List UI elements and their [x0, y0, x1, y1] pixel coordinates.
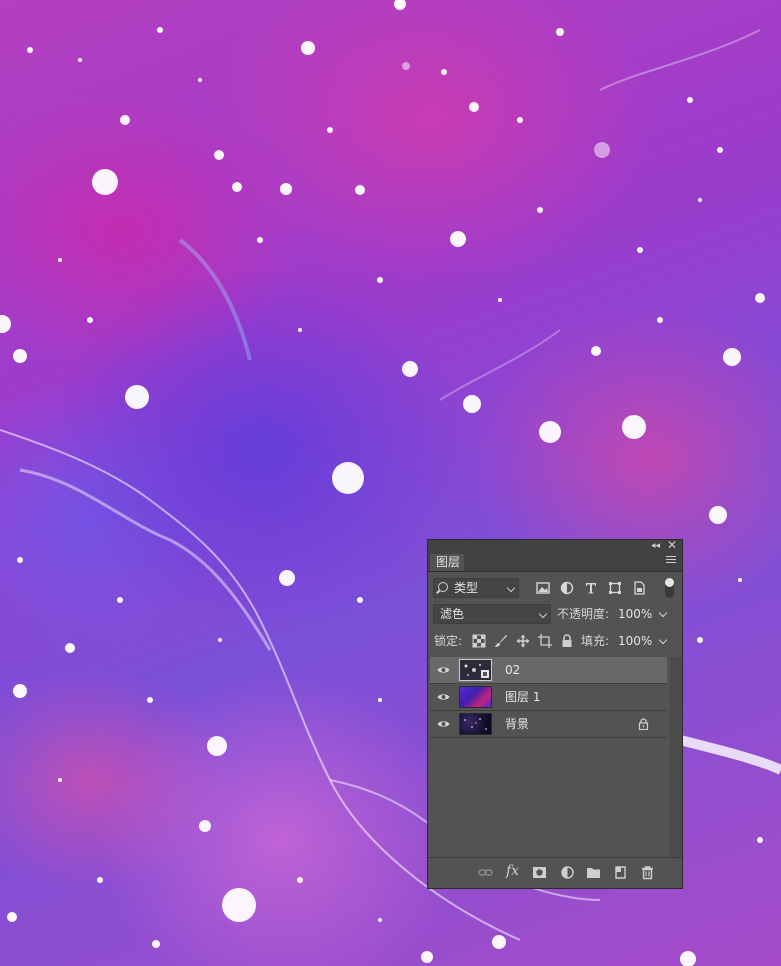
filter-toggle-switch[interactable]	[665, 578, 674, 598]
chevron-down-icon	[658, 635, 668, 645]
link-layers-icon[interactable]	[478, 865, 493, 880]
stars-thumbnail-art	[464, 718, 487, 730]
blend-mode-select[interactable]: 滤色	[433, 604, 551, 624]
layers-panel: ◂◂ ✕ 图层 类型 滤色 不透明度: 100% 锁定: 填充: 100% 02…	[427, 539, 683, 889]
lock-fill-row: 锁定: 填充: 100%	[433, 631, 677, 651]
filter-kind-select[interactable]: 类型	[433, 578, 519, 598]
layers-list: 02 图层 1 背景	[430, 657, 667, 738]
layer-name[interactable]: 图层 1	[505, 684, 540, 711]
fill-value: 100%	[618, 634, 653, 648]
smart-object-filter-icon[interactable]	[631, 580, 647, 596]
lock-position-icon[interactable]	[516, 634, 530, 648]
shape-filter-icon[interactable]	[607, 580, 623, 596]
visibility-eye-icon[interactable]	[437, 693, 450, 701]
opacity-field[interactable]: 100%	[616, 604, 670, 624]
layer-name[interactable]: 背景	[505, 711, 529, 738]
fx-effects-button[interactable]: fx	[506, 863, 519, 879]
lock-artboard-icon[interactable]	[538, 634, 552, 648]
layer-row[interactable]: 02	[430, 657, 667, 684]
opacity-value: 100%	[618, 607, 653, 621]
lock-all-icon[interactable]	[560, 634, 574, 648]
chevron-down-icon	[658, 608, 668, 618]
lock-label: 锁定:	[434, 634, 463, 648]
layer-thumbnail	[459, 686, 492, 708]
new-group-folder-icon[interactable]	[586, 865, 601, 880]
fill-label: 填充:	[581, 634, 610, 648]
panel-title-bar[interactable]: ◂◂ ✕	[428, 539, 682, 553]
tab-layers[interactable]: 图层	[430, 554, 464, 571]
layer-row[interactable]: 背景	[430, 711, 667, 738]
layers-bottom-toolbar: fx	[428, 857, 682, 888]
layer-lock-icon[interactable]	[638, 718, 649, 730]
layers-scrollbar[interactable]	[670, 657, 682, 877]
search-icon	[438, 582, 448, 592]
smart-object-badge-icon	[464, 664, 489, 678]
close-panel-button[interactable]: ✕	[667, 539, 677, 552]
chevron-down-icon	[506, 583, 516, 593]
layer-thumbnail	[459, 713, 492, 735]
blend-opacity-row: 滤色 不透明度: 100%	[433, 604, 677, 624]
collapse-panel-button[interactable]: ◂◂	[651, 540, 660, 552]
lock-image-pixels-icon[interactable]	[494, 634, 508, 648]
image-filter-icon[interactable]	[535, 580, 551, 596]
panel-tab-bar: 图层	[428, 553, 682, 572]
type-filter-icon[interactable]	[583, 580, 599, 596]
layer-filter-row: 类型	[433, 578, 677, 598]
panel-menu-icon[interactable]	[666, 556, 676, 565]
blend-mode-value: 滤色	[440, 607, 465, 621]
layer-thumbnail	[459, 659, 492, 681]
new-layer-icon[interactable]	[613, 865, 628, 880]
layer-row[interactable]: 图层 1	[430, 684, 667, 711]
opacity-label: 不透明度:	[557, 607, 610, 621]
new-adjustment-layer-icon[interactable]	[560, 865, 575, 880]
chevron-down-icon	[538, 609, 548, 619]
fill-field[interactable]: 100%	[616, 631, 670, 651]
visibility-eye-icon[interactable]	[437, 720, 450, 728]
lock-transparent-pixels-icon[interactable]	[472, 634, 486, 648]
filter-kind-label: 类型	[454, 581, 479, 595]
delete-layer-icon[interactable]	[640, 865, 655, 880]
add-mask-icon[interactable]	[532, 865, 547, 880]
layer-name[interactable]: 02	[505, 657, 520, 684]
adjustment-filter-icon[interactable]	[559, 580, 575, 596]
visibility-eye-icon[interactable]	[437, 666, 450, 674]
